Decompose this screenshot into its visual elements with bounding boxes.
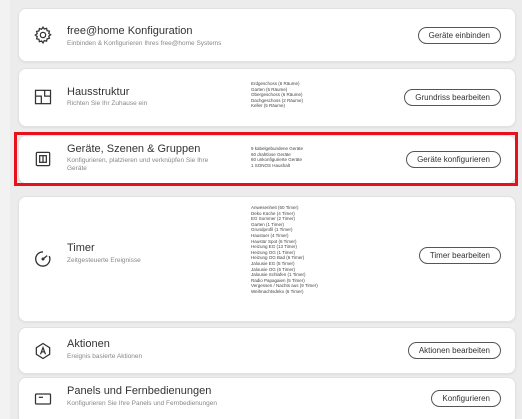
action-icon <box>33 341 53 361</box>
card-subtitle: Konfigurieren Sie Ihre Panels und Fernbe… <box>67 400 217 407</box>
card-title: Timer <box>67 242 95 254</box>
card-title: free@home Konfiguration <box>67 25 193 37</box>
card-title: Aktionen <box>67 338 110 350</box>
device-icon <box>33 149 53 169</box>
configuration-overview: free@home Konfiguration Einbinden & Konf… <box>10 0 522 419</box>
aktionen-bearbeiten-button[interactable]: Aktionen bearbeiten <box>407 342 501 359</box>
grundriss-bearbeiten-button[interactable]: Grundriss bearbeiten <box>404 89 501 106</box>
card-panels: Panels und Fernbedienungen Konfigurieren… <box>18 377 516 419</box>
card-subtitle: Ereignis basierte Aktionen <box>67 353 143 360</box>
konfigurieren-button[interactable]: Konfigurieren <box>431 390 501 407</box>
floorplan-icon <box>33 87 53 107</box>
timer-bearbeiten-button[interactable]: Timer bearbeiten <box>418 247 501 264</box>
list-item: 60 unkonfigurierte Geräte <box>251 157 303 163</box>
list-item: Erdgeschoss (6 Räume) <box>251 81 300 86</box>
list-item: Keller (5 Räume) <box>251 103 286 109</box>
geraete-konfigurieren-button[interactable]: Geräte konfigurieren <box>406 151 501 168</box>
card-title: Hausstruktur <box>67 86 130 98</box>
timer-icon <box>33 249 53 269</box>
list-item: 1 SONOS Haushalt <box>251 162 291 168</box>
list-item: Weihnachtsdeko (6 Timer) <box>251 288 304 294</box>
device-summary: 9 kabelgebundene Geräte 60 drahtlose Ger… <box>251 146 303 168</box>
card-konfiguration: free@home Konfiguration Einbinden & Konf… <box>18 8 516 62</box>
timer-list: Anwesenheit (60 Timer) Deko Küche (4 Tim… <box>251 205 318 295</box>
card-subtitle: Konfigurieren, platzieren und verknüpfen… <box>67 157 209 172</box>
gear-icon <box>33 25 53 45</box>
card-title: Panels und Fernbedienungen <box>67 385 212 397</box>
card-hausstruktur: Hausstruktur Richten Sie Ihr Zuhause ein… <box>18 68 516 127</box>
card-subtitle: Zeitgesteuerte Ereignisse <box>67 257 141 264</box>
floor-list: Erdgeschoss (6 Räume) Garten (5 Räume) O… <box>251 81 303 109</box>
list-item: Obergeschoss (6 Räume) <box>251 92 303 98</box>
card-geraete: Geräte, Szenen & Gruppen Konfigurieren, … <box>18 135 516 184</box>
panel-icon <box>33 389 53 409</box>
list-item: 9 kabelgebundene Geräte <box>251 146 304 151</box>
left-gutter <box>0 0 10 419</box>
card-timer: Timer Zeitgesteuerte Ereignisse Anwesenh… <box>18 196 516 322</box>
card-aktionen: Aktionen Ereignis basierte Aktionen Akti… <box>18 327 516 374</box>
card-title: Geräte, Szenen & Gruppen <box>67 143 201 155</box>
card-subtitle: Richten Sie Ihr Zuhause ein <box>67 100 148 107</box>
card-subtitle: Einbinden & Konfigurieren Ihres free@hom… <box>67 40 222 47</box>
geraete-einbinden-button[interactable]: Geräte einbinden <box>417 27 501 44</box>
